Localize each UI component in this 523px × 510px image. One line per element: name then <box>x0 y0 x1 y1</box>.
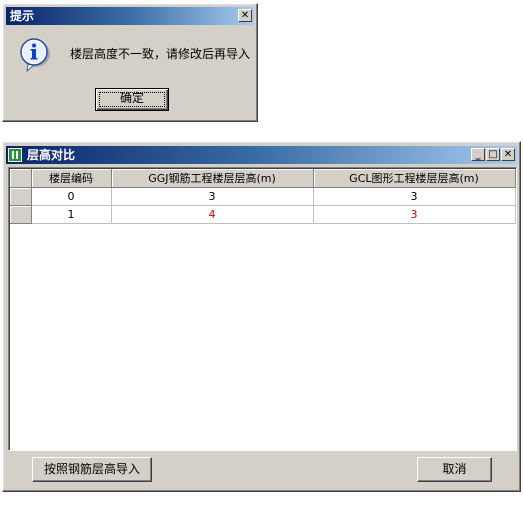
floor-height-table: 楼层编码 GGJ钢筋工程楼层层高(m) GCL图形工程楼层层高(m) 0 3 3… <box>10 169 516 224</box>
floor-code-cell[interactable]: 1 <box>31 205 112 224</box>
floor-height-compare-window: 层高对比 _ □ ✕ 楼层编码 GGJ钢筋工程楼层层高(m) GCL图形工程楼层… <box>2 141 521 492</box>
row-header[interactable] <box>10 187 32 206</box>
import-by-rebar-height-button[interactable]: 按照钢筋层高导入 <box>32 457 152 482</box>
gcl-height-cell[interactable]: 3 <box>313 187 516 206</box>
dialog-close-button[interactable]: ✕ <box>238 9 252 22</box>
compare-close-button[interactable]: ✕ <box>501 148 515 161</box>
ggj-height-cell[interactable]: 4 <box>111 205 314 224</box>
compare-title: 层高对比 <box>27 148 76 162</box>
ok-button[interactable]: 确定 <box>95 88 169 111</box>
table-header-row: 楼层编码 GGJ钢筋工程楼层层高(m) GCL图形工程楼层层高(m) <box>10 169 516 188</box>
cancel-button[interactable]: 取消 <box>417 457 492 482</box>
compare-titlebar[interactable]: 层高对比 _ □ ✕ <box>6 146 517 164</box>
column-header-ggj-height[interactable]: GGJ钢筋工程楼层层高(m) <box>111 169 314 188</box>
maximize-button[interactable]: □ <box>486 148 500 161</box>
floor-code-cell[interactable]: 0 <box>31 187 112 206</box>
message-dialog: 提示 ✕ 楼层高度不一致，请修改后再导入 确定 <box>2 3 258 122</box>
column-header-gcl-height[interactable]: GCL图形工程楼层层高(m) <box>313 169 516 188</box>
info-icon <box>20 38 50 72</box>
gcl-height-cell[interactable]: 3 <box>313 205 516 224</box>
column-header-floor-code[interactable]: 楼层编码 <box>31 169 112 188</box>
table-row[interactable]: 0 3 3 <box>10 187 516 206</box>
floor-height-grid[interactable]: 楼层编码 GGJ钢筋工程楼层层高(m) GCL图形工程楼层层高(m) 0 3 3… <box>8 167 517 451</box>
table-row[interactable]: 1 4 3 <box>10 205 516 224</box>
table-icon <box>8 148 22 162</box>
dialog-titlebar[interactable]: 提示 ✕ <box>6 7 254 25</box>
minimize-button[interactable]: _ <box>471 148 485 161</box>
ggj-height-cell[interactable]: 3 <box>111 187 314 206</box>
dialog-title: 提示 <box>10 9 35 23</box>
dialog-message: 楼层高度不一致，请修改后再导入 <box>70 47 251 61</box>
row-header[interactable] <box>10 205 32 224</box>
corner-cell[interactable] <box>10 169 32 188</box>
